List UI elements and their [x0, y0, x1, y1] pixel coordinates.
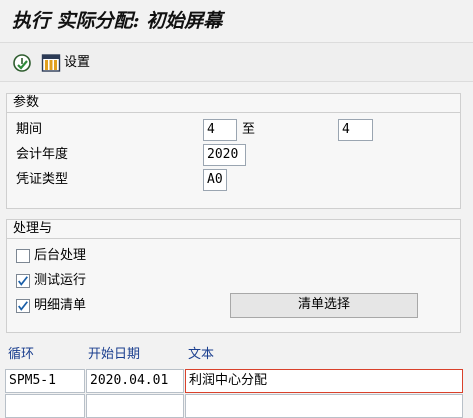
- page-title: 执行 实际分配: 初始屏幕: [0, 0, 473, 42]
- column-header-text: 文本: [188, 347, 215, 362]
- list-selection-button[interactable]: 清单选择: [230, 293, 418, 318]
- fiscal-year-field[interactable]: 2020: [203, 144, 246, 166]
- period-to-field[interactable]: 4: [338, 119, 373, 141]
- to-label: 至: [242, 122, 256, 137]
- detail-list-label: 明细清单: [34, 298, 87, 313]
- toolbar: 设置: [0, 42, 473, 82]
- doc-type-label: 凭证类型: [16, 172, 69, 187]
- column-header-cycle: 循环: [8, 347, 35, 362]
- settings-icon[interactable]: [41, 53, 61, 77]
- text-cell[interactable]: [185, 394, 463, 418]
- text-cell[interactable]: 利润中心分配: [185, 369, 463, 393]
- column-header-start-date: 开始日期: [88, 347, 141, 362]
- detail-list-checkbox[interactable]: [16, 299, 30, 313]
- doc-type-field[interactable]: A0: [203, 169, 227, 191]
- fiscal-year-label: 会计年度: [16, 147, 69, 162]
- cycle-cell[interactable]: [5, 394, 85, 418]
- start-date-cell[interactable]: [86, 394, 184, 418]
- execute-icon[interactable]: [12, 53, 32, 77]
- settings-button[interactable]: 设置: [64, 53, 90, 73]
- cycle-cell[interactable]: SPM5-1: [5, 369, 85, 393]
- period-from-field[interactable]: 4: [203, 119, 237, 141]
- background-checkbox[interactable]: [16, 249, 30, 263]
- parameters-header: 参数: [7, 94, 460, 113]
- check-icon: [18, 301, 28, 311]
- check-icon: [18, 276, 28, 286]
- test-run-checkbox[interactable]: [16, 274, 30, 288]
- test-run-label: 测试运行: [34, 273, 87, 288]
- processing-header: 处理与: [7, 220, 460, 239]
- period-label: 期间: [16, 122, 43, 137]
- background-label: 后台处理: [34, 248, 87, 263]
- start-date-cell[interactable]: 2020.04.01: [86, 369, 184, 393]
